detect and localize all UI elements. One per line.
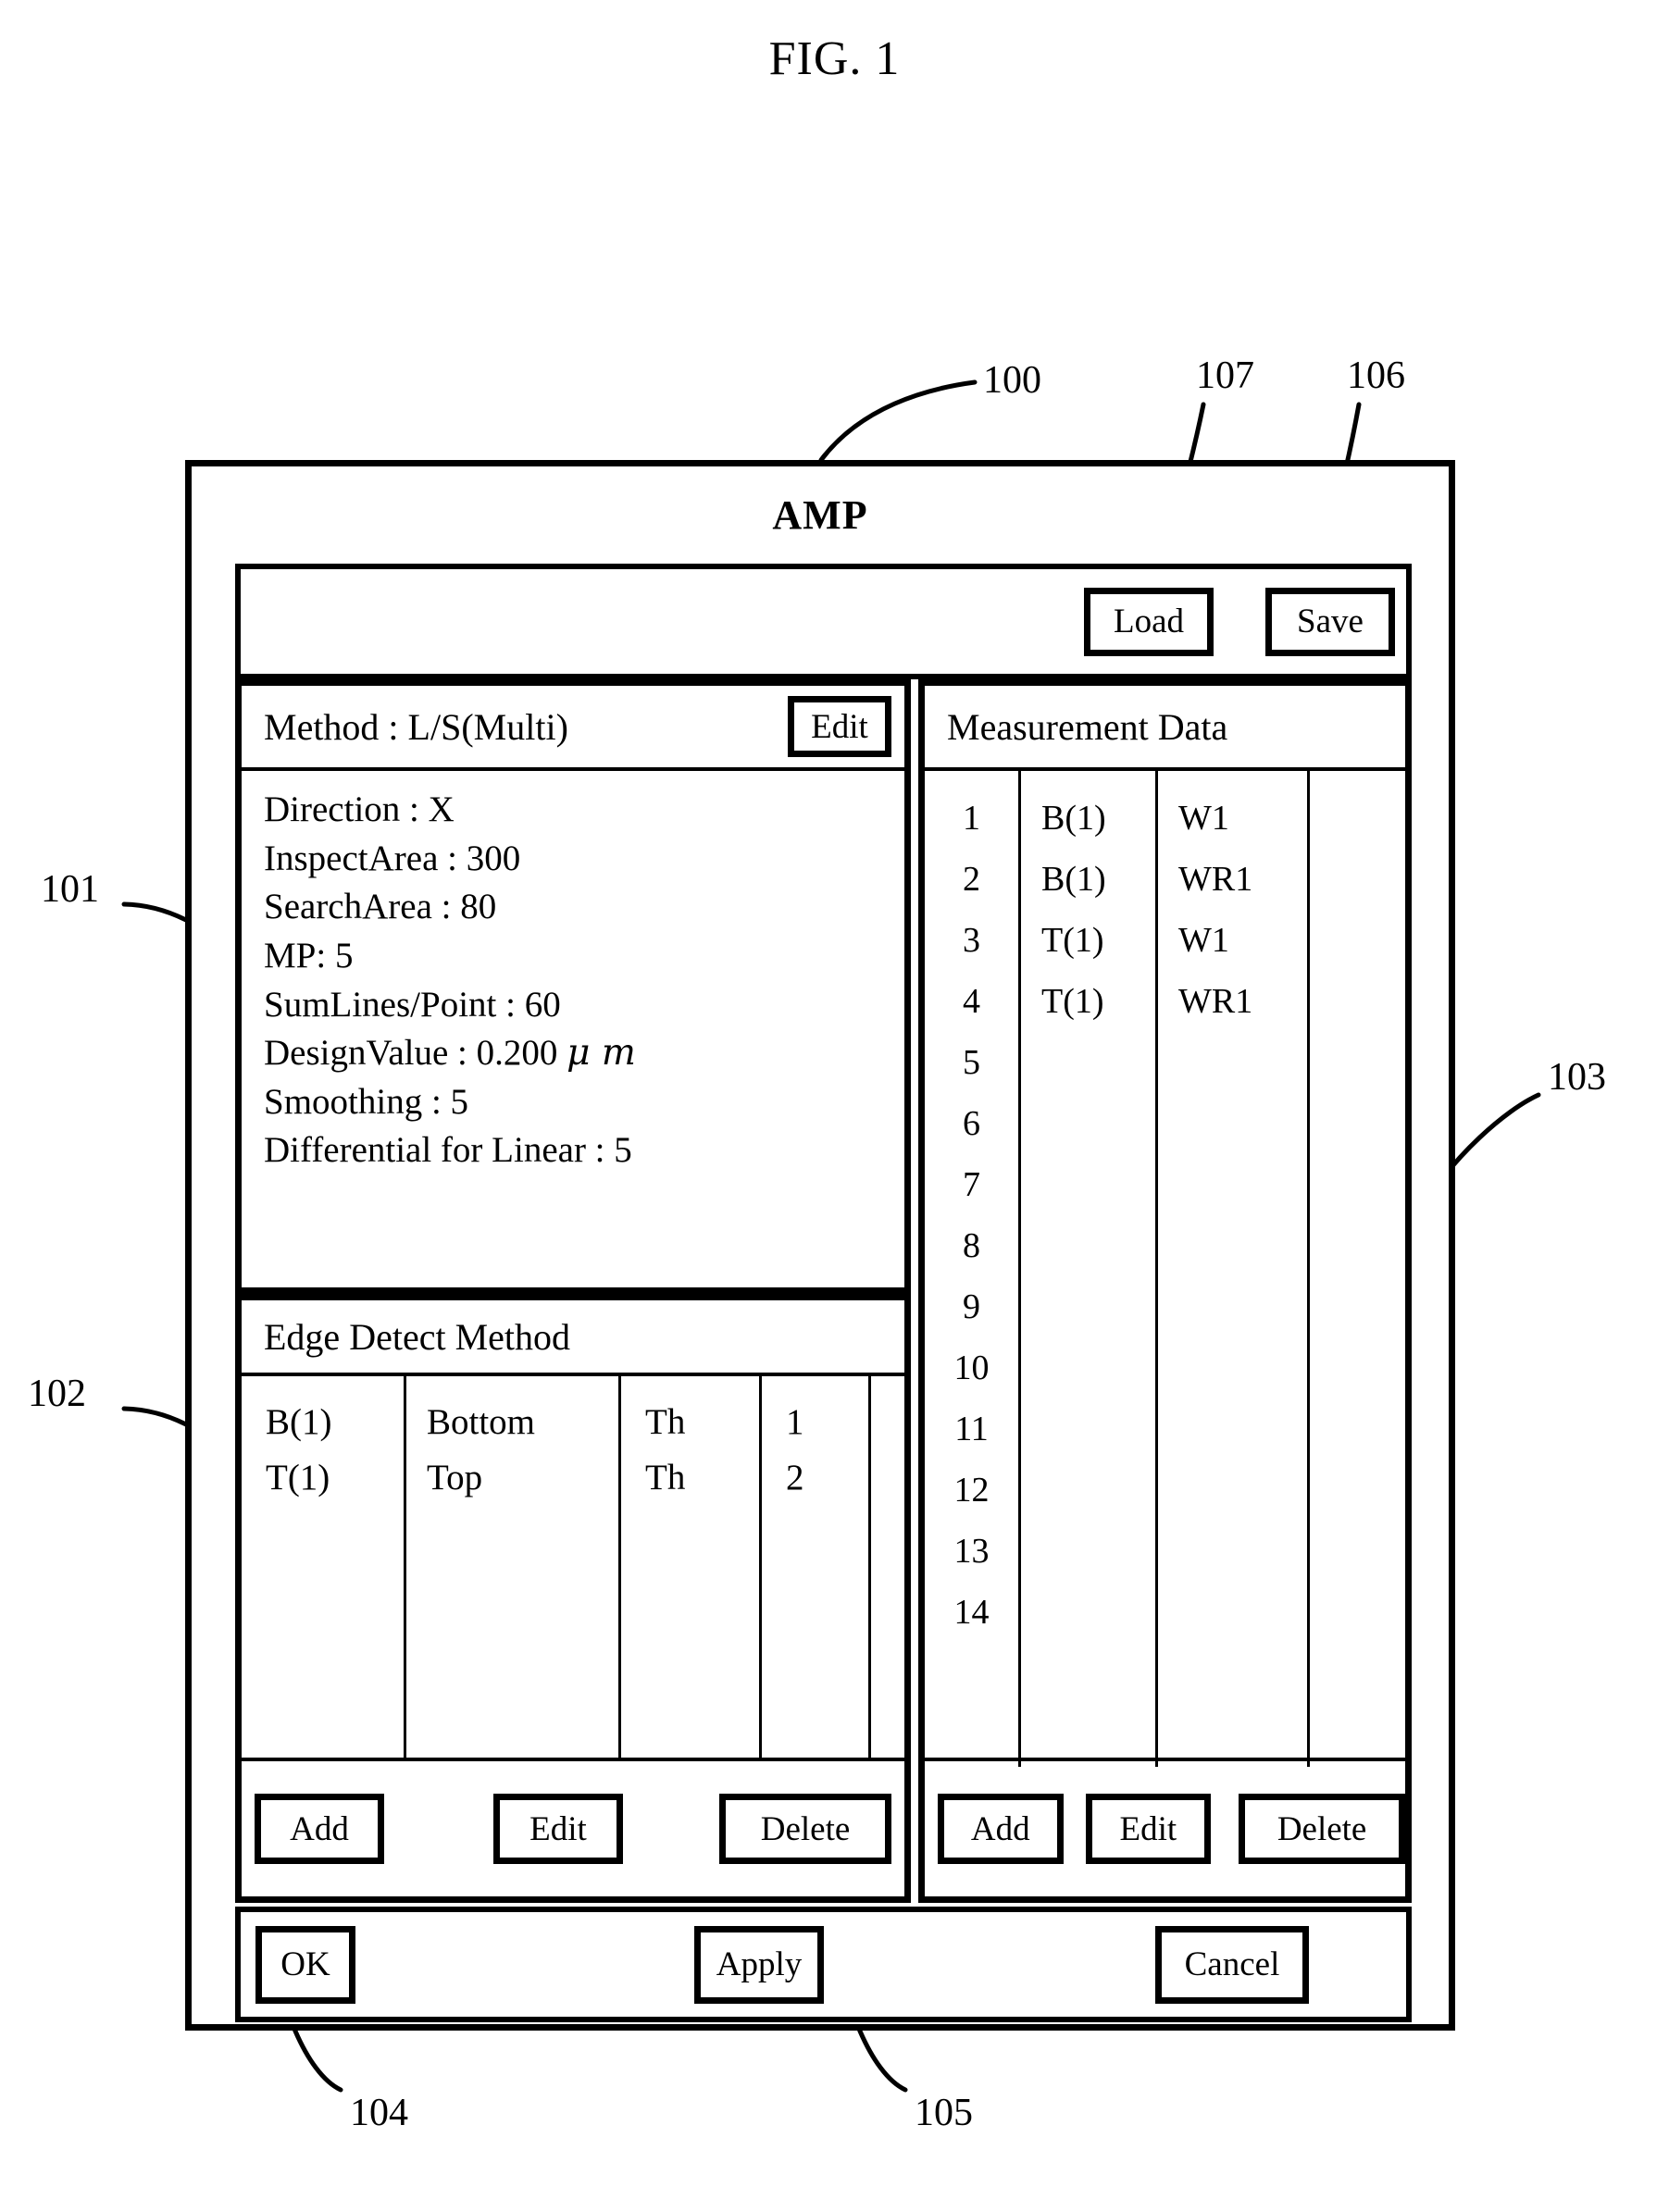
edge-cell: T(1) — [266, 1458, 330, 1498]
figure-caption: FIG. 1 — [768, 32, 901, 85]
ref-numeral-103: 103 — [1548, 1056, 1606, 1099]
method-label: Method : L/S(Multi) — [264, 705, 568, 748]
edge-cell: 1 — [786, 1402, 804, 1442]
edge-cell: B(1) — [266, 1402, 332, 1442]
design-value-text: DesignValue : 0.200 — [264, 1033, 567, 1074]
dialog-body: Method : L/S(Multi) Edit Direction : X I… — [235, 679, 1412, 1903]
parameter-differential-for-linear: Differential for Linear : 5 — [264, 1130, 632, 1171]
measurement-data-header: Measurement Data — [925, 686, 1405, 771]
parameter-search-area: SearchArea : 80 — [264, 887, 497, 927]
ref-numeral-102: 102 — [28, 1373, 86, 1415]
ref-numeral-107: 107 — [1196, 354, 1254, 397]
measurement-cell: T(1) — [1041, 982, 1104, 1021]
measurement-index-cell: 10 — [953, 1348, 990, 1387]
edge-cell: Th — [645, 1458, 686, 1498]
measurement-add-button[interactable]: Add — [938, 1794, 1064, 1864]
parameter-list: Direction : X InspectArea : 300 SearchAr… — [242, 771, 904, 1175]
edge-cell: Th — [645, 1402, 686, 1442]
dialog-title: AMP — [772, 492, 868, 538]
measurement-index-cell: 9 — [963, 1287, 980, 1326]
edge-detect-title: Edge Detect Method — [264, 1315, 570, 1358]
design-value-unit: μ m — [567, 1032, 636, 1075]
parameter-smoothing: Smoothing : 5 — [264, 1081, 469, 1122]
ref-numeral-105: 105 — [915, 2092, 973, 2134]
method-header-row: Method : L/S(Multi) Edit — [242, 686, 904, 771]
measurement-index-cell: 5 — [963, 1043, 980, 1082]
measurement-data-table[interactable]: 1 2 3 4 5 6 7 8 9 10 11 12 13 14 B(1) B(… — [925, 771, 1405, 1767]
measurement-edge-list: B(1) B(1) T(1) T(1) — [1021, 771, 1155, 1032]
measurement-cell: T(1) — [1041, 921, 1104, 960]
measurement-cell: W1 — [1178, 921, 1229, 960]
measurement-edge-column[interactable]: B(1) B(1) T(1) T(1) — [1021, 771, 1158, 1767]
measurement-width-column[interactable]: W1 WR1 W1 WR1 — [1158, 771, 1310, 1767]
cancel-button[interactable]: Cancel — [1155, 1925, 1309, 2004]
dialog-title-bar: AMP — [192, 466, 1449, 564]
measurement-cell: WR1 — [1178, 982, 1253, 1021]
dialog-footer: OK Apply Cancel — [235, 1907, 1412, 2022]
measurement-cell: WR1 — [1178, 860, 1253, 899]
parameter-direction: Direction : X — [264, 789, 455, 829]
measurement-width-list: W1 WR1 W1 WR1 — [1158, 771, 1307, 1032]
edge-column-name[interactable]: B(1) T(1) — [242, 1376, 406, 1760]
toolbar-button-group: Load Save — [1084, 587, 1395, 656]
apply-button[interactable]: Apply — [694, 1925, 824, 2004]
measurement-index-cell: 2 — [963, 860, 980, 899]
method-edit-button[interactable]: Edit — [788, 696, 891, 757]
measurement-index-cell: 13 — [953, 1532, 990, 1571]
edge-cell: Bottom — [427, 1402, 536, 1442]
measurement-cell: W1 — [1178, 799, 1229, 838]
save-button[interactable]: Save — [1265, 587, 1395, 656]
parameter-inspect-area: InspectArea : 300 — [264, 838, 521, 878]
edge-column-value[interactable]: 1 2 — [762, 1376, 871, 1760]
edge-cell: 2 — [786, 1458, 804, 1498]
measurement-cell: B(1) — [1041, 799, 1106, 838]
edge-detect-table[interactable]: B(1) T(1) Bottom Top Th Th 1 2 — [242, 1376, 904, 1760]
parameter-design-value: DesignValue : 0.200 μ m — [264, 1029, 904, 1078]
parameter-sumlines-per-point: SumLines/Point : 60 — [264, 984, 561, 1025]
edge-detect-method-panel: Edge Detect Method B(1) T(1) Bottom Top … — [235, 1294, 911, 1903]
measurement-index-cell: 3 — [963, 921, 980, 960]
edge-add-button[interactable]: Add — [255, 1794, 384, 1864]
toolbar: Load Save — [235, 564, 1412, 679]
parameter-mp: MP: 5 — [264, 935, 354, 976]
edge-detect-header: Edge Detect Method — [242, 1300, 904, 1376]
load-button[interactable]: Load — [1084, 587, 1214, 656]
measurement-button-bar: Add Edit Delete — [925, 1758, 1405, 1896]
left-column: Method : L/S(Multi) Edit Direction : X I… — [235, 679, 911, 1903]
measurement-delete-button[interactable]: Delete — [1239, 1794, 1405, 1864]
measurement-index-cell: 12 — [953, 1471, 990, 1510]
ok-button[interactable]: OK — [255, 1925, 355, 2004]
measurement-data-title: Measurement Data — [947, 705, 1228, 748]
measurement-index-cell: 6 — [963, 1104, 980, 1143]
measurement-index-cell: 8 — [963, 1226, 980, 1265]
measurement-cell: B(1) — [1041, 860, 1106, 899]
ref-numeral-106: 106 — [1347, 354, 1405, 397]
edge-cell: Top — [427, 1458, 483, 1498]
measurement-index-list: 1 2 3 4 5 6 7 8 9 10 11 12 13 14 — [925, 771, 1018, 1643]
measurement-index-cell: 4 — [963, 982, 980, 1021]
measurement-index-cell: 11 — [954, 1410, 989, 1448]
measurement-data-panel: Measurement Data 1 2 3 4 5 6 7 8 9 10 11… — [918, 679, 1412, 1903]
ref-numeral-100: 100 — [983, 359, 1041, 402]
edge-column-position[interactable]: Bottom Top — [406, 1376, 621, 1760]
measurement-index-cell: 1 — [963, 799, 980, 838]
edge-delete-button[interactable]: Delete — [719, 1794, 891, 1864]
measurement-index-cell: 7 — [963, 1165, 980, 1204]
measurement-spare-column[interactable] — [1310, 771, 1405, 1767]
ref-numeral-104: 104 — [350, 2092, 408, 2134]
edge-edit-button[interactable]: Edit — [493, 1794, 623, 1864]
measurement-index-cell: 14 — [953, 1593, 990, 1632]
amp-dialog-window: AMP Load Save Method : L/S(Multi) Edit D… — [185, 460, 1455, 2031]
method-settings-panel: Method : L/S(Multi) Edit Direction : X I… — [235, 679, 911, 1294]
edge-column-method[interactable]: Th Th — [621, 1376, 762, 1760]
edge-column-spare[interactable] — [871, 1376, 904, 1760]
measurement-index-column[interactable]: 1 2 3 4 5 6 7 8 9 10 11 12 13 14 — [925, 771, 1021, 1767]
edge-detect-button-bar: Add Edit Delete — [242, 1758, 904, 1896]
measurement-edit-button[interactable]: Edit — [1085, 1794, 1212, 1864]
ref-numeral-101: 101 — [41, 868, 99, 911]
